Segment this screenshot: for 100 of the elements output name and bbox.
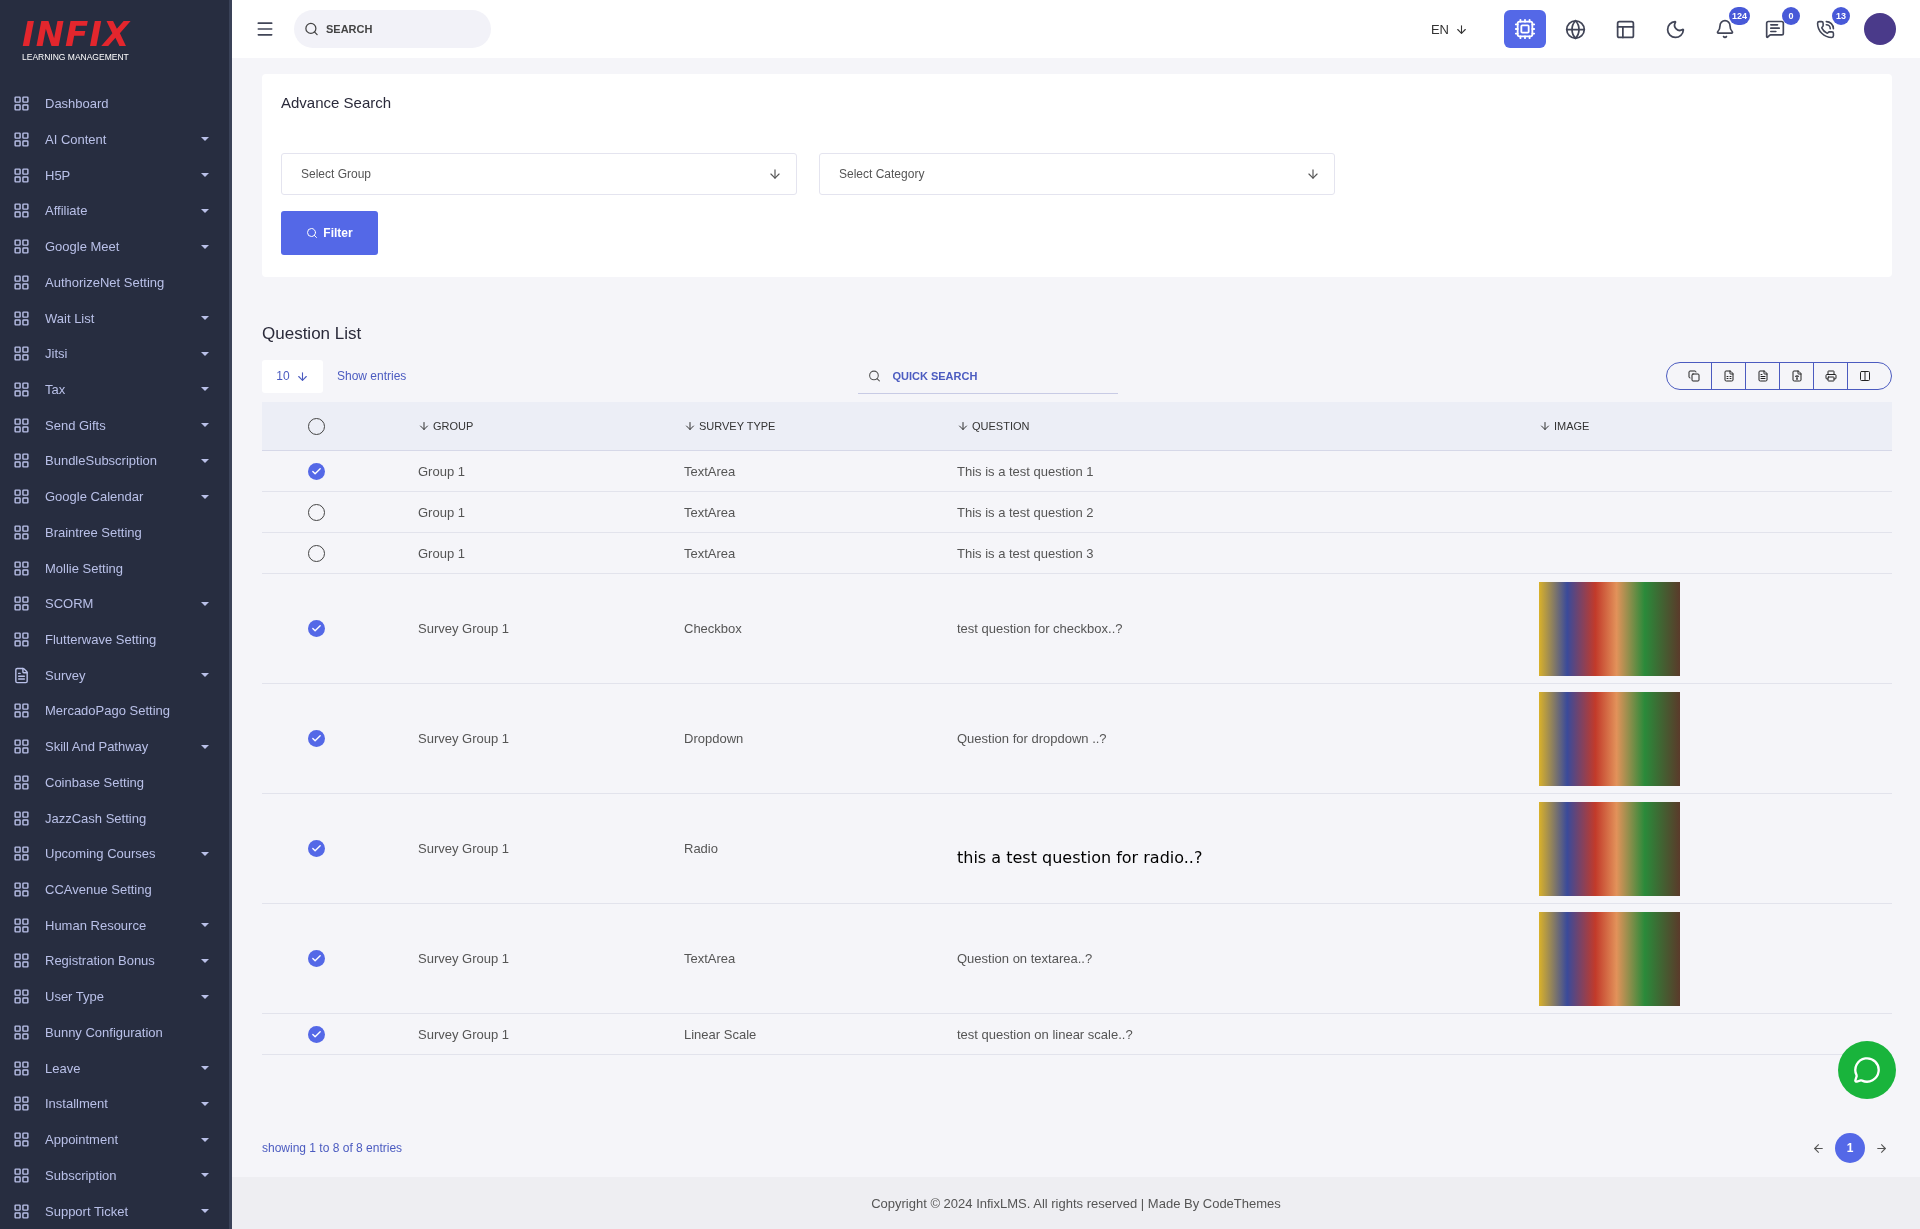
sidebar-item[interactable]: Survey: [0, 657, 229, 694]
sidebar-item[interactable]: SCORM: [0, 585, 229, 622]
arrow-right-icon: [1875, 1141, 1888, 1155]
sidebar-item[interactable]: Flutterwave Setting: [0, 621, 229, 658]
copyright-text: Copyright © 2024 InfixLMS. All rights reserved | Made By CodeThemes: [871, 1195, 1281, 1211]
sidebar-item[interactable]: Google Calendar: [0, 478, 229, 515]
grid-icon: [13, 1166, 30, 1184]
chat-bubble-icon: [1853, 1056, 1881, 1084]
sidebar-item[interactable]: MercadoPago Setting: [0, 693, 229, 729]
sidebar-item[interactable]: Jitsi: [0, 335, 229, 372]
grid-icon: [13, 952, 30, 970]
table-cell-text: Checkbox: [683, 621, 743, 636]
phone-icon: [1815, 19, 1835, 39]
quick-search-field[interactable]: QUICK SEARCH: [858, 358, 1119, 394]
sidebar-item[interactable]: Support Ticket: [0, 1193, 229, 1229]
grid-icon: [13, 809, 30, 827]
sidebar-item[interactable]: Leave: [0, 1050, 229, 1086]
sort-icon: [1539, 420, 1551, 432]
sidebar-item[interactable]: Send Gifts: [0, 407, 229, 444]
sidebar-item[interactable]: Upcoming Courses: [0, 835, 229, 872]
check-icon: [310, 733, 322, 744]
document-icon: [1790, 370, 1803, 382]
grid-icon: [13, 380, 30, 398]
arrow-down-icon: [295, 369, 309, 383]
column-header[interactable]: SURVEY TYPE: [668, 420, 941, 432]
search-field[interactable]: SEARCH: [294, 10, 491, 48]
logo-subtitle: LEARNING MANAGEMENT: [22, 52, 129, 62]
grid-icon: [13, 309, 30, 327]
grid-icon: [13, 881, 30, 899]
sidebar-item[interactable]: Coinbase Setting: [0, 764, 229, 801]
table-cell-text: Question on textarea..?: [956, 951, 1094, 966]
filter-button[interactable]: Filter: [281, 211, 378, 255]
sidebar-item[interactable]: CCAvenue Setting: [0, 871, 229, 908]
row-checkbox[interactable]: [307, 462, 325, 480]
next-button[interactable]: [1875, 1141, 1888, 1155]
grid-icon: [13, 916, 30, 934]
grid-icon: [13, 416, 30, 434]
table-cell-text: TextArea: [683, 463, 737, 479]
sidebar-item[interactable]: User Type: [0, 978, 229, 1015]
sidebar-item[interactable]: Mollie Setting: [0, 550, 229, 586]
grid-icon: [13, 773, 30, 791]
select-field[interactable]: Select Group: [281, 153, 797, 195]
sidebar-item[interactable]: AuthorizeNet Setting: [0, 264, 229, 301]
sidebar-item[interactable]: Braintree Setting: [0, 514, 229, 551]
table-cell-text: Survey Group 1: [417, 621, 511, 636]
file-icon: [1756, 370, 1769, 382]
sidebar-item[interactable]: Subscription: [0, 1157, 229, 1194]
sidebar-item[interactable]: BundleSubscription: [0, 443, 229, 479]
check-icon: [310, 953, 322, 964]
column-header[interactable]: QUESTION: [941, 420, 1523, 432]
row-checkbox[interactable]: [307, 620, 325, 637]
chat-button[interactable]: [1838, 1041, 1896, 1099]
menu-icon: [255, 19, 275, 39]
sidebar-item[interactable]: Wait List: [0, 300, 229, 336]
sidebar-item[interactable]: Affiliate: [0, 193, 229, 229]
language-selector[interactable]: EN: [1424, 20, 1474, 38]
table-cell-text: Survey Group 1: [417, 731, 511, 746]
chip-icon: [1514, 18, 1536, 40]
entries-label: Show entries: [337, 369, 407, 383]
column-header[interactable]: IMAGE: [1523, 420, 1892, 432]
grid-icon: [13, 631, 30, 648]
sidebar-item[interactable]: Tax: [0, 371, 229, 408]
sidebar-item[interactable]: Bunny Configuration: [0, 1014, 229, 1051]
count-badge: 0: [1782, 7, 1800, 25]
document-icon: [13, 666, 30, 684]
entries-summary: showing 1 to 8 of 8 entries: [262, 1141, 403, 1155]
sidebar-item[interactable]: JazzCash Setting: [0, 800, 229, 836]
previous-button[interactable]: [1812, 1141, 1825, 1155]
sort-icon: [684, 420, 696, 432]
sidebar-item[interactable]: Skill And Pathway: [0, 728, 229, 765]
sidebar-item[interactable]: AI Content: [0, 121, 229, 158]
row-checkbox[interactable]: [307, 1025, 325, 1043]
sidebar-item[interactable]: Registration Bonus: [0, 943, 229, 979]
table-cell-text: test question on linear scale..?: [956, 1026, 1134, 1042]
table-cell-text: Survey Group 1: [417, 841, 511, 856]
table-cell-text: Dropdown: [683, 731, 745, 746]
table-cell-text: Question for dropdown ..?: [956, 731, 1108, 746]
page-size-select[interactable]: 10: [262, 359, 323, 393]
toolbar-button[interactable]: [1504, 10, 1546, 48]
sidebar-item[interactable]: Dashboard: [0, 85, 229, 122]
sidebar-item[interactable]: Installment: [0, 1086, 229, 1122]
sidebar-item[interactable]: Appointment: [0, 1121, 229, 1158]
column-header[interactable]: GROUP: [402, 420, 668, 432]
avatar[interactable]: [1864, 13, 1896, 45]
row-checkbox[interactable]: [307, 730, 325, 747]
sidebar-item[interactable]: H5P: [0, 157, 229, 193]
grid-icon: [13, 130, 30, 148]
check-icon: [310, 465, 322, 477]
grid-icon: [13, 523, 30, 541]
table-cell-text: TextArea: [683, 545, 737, 561]
sidebar-item[interactable]: Human Resource: [0, 907, 229, 944]
select-field[interactable]: Select Category: [819, 153, 1335, 195]
table-cell-text: Survey Group 1: [417, 1026, 511, 1042]
page-button[interactable]: 1: [1835, 1133, 1865, 1163]
row-checkbox[interactable]: [307, 840, 325, 857]
table-cell-text: This is a test question 2: [956, 504, 1095, 520]
logo-title: INFIX: [22, 16, 131, 52]
sidebar-item[interactable]: Google Meet: [0, 228, 229, 265]
layout-icon: [1614, 18, 1636, 40]
row-checkbox[interactable]: [307, 950, 325, 967]
